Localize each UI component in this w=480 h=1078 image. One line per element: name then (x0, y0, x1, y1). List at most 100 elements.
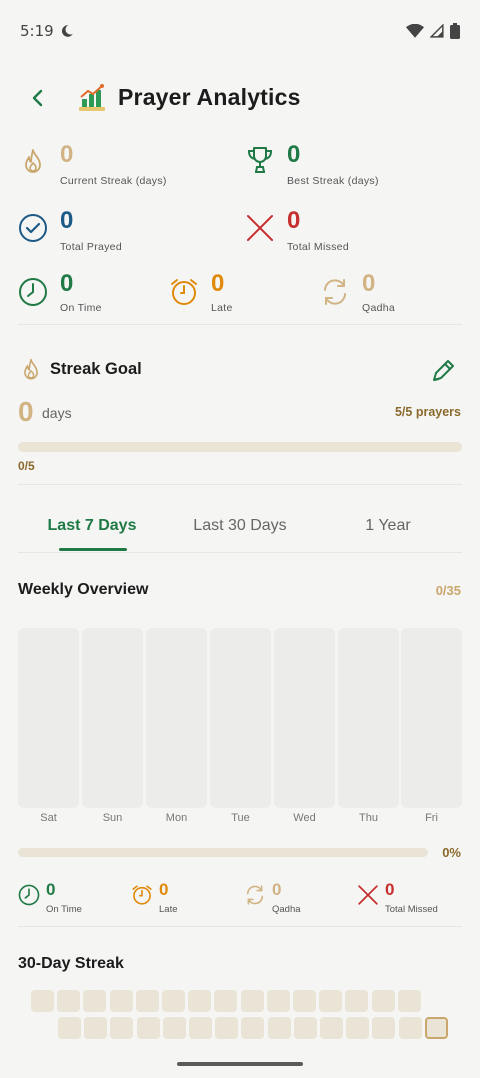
streak-goal-progress-text: 0/5 (18, 459, 35, 473)
streak-day-cell (372, 1017, 396, 1039)
streak-day-cell (267, 1017, 291, 1039)
day-label-wed: Wed (293, 812, 316, 824)
streak-day-cell (188, 990, 212, 1012)
late-value: 0 (211, 270, 225, 297)
stat-best-streak: 0 Best Streak (days) (245, 143, 445, 193)
streak-day-cell (83, 990, 107, 1012)
alarm-clock-icon (171, 279, 197, 305)
streak-day-cell (293, 990, 316, 1012)
chevron-left-icon (32, 89, 43, 107)
streak-day-cell (31, 990, 54, 1012)
streak-30-grid (0, 990, 480, 1042)
weekly-on-time-value: 0 (46, 880, 56, 899)
streak-day-cell (240, 990, 264, 1012)
streak-day-cell (266, 990, 290, 1012)
edit-goal-button[interactable] (428, 356, 458, 386)
stat-current-streak: 0 Current Streak (days) (18, 143, 218, 193)
home-indicator (177, 1062, 303, 1066)
refresh-icon (246, 885, 264, 905)
total-prayed-label: Total Prayed (60, 241, 122, 253)
moon-icon (61, 25, 73, 37)
streak-30-title: 30-Day Streak (18, 955, 124, 972)
stat-total-prayed: 0 Total Prayed (18, 209, 218, 259)
current-streak-value: 0 (60, 141, 74, 168)
streak-day-cell (189, 1017, 212, 1039)
day-label-sat: Sat (40, 812, 57, 824)
weekly-late-label: Late (159, 904, 178, 915)
qadha-value: 0 (362, 270, 376, 297)
total-missed-label: Total Missed (287, 241, 349, 253)
active-tab-indicator (59, 548, 127, 551)
streak-day-today (424, 1017, 448, 1039)
best-streak-label: Best Streak (days) (287, 175, 379, 187)
streak-day-cell (346, 1017, 370, 1039)
streak-day-cell (162, 990, 185, 1012)
clock-icon (19, 278, 47, 306)
streak-day-cell (320, 1017, 343, 1039)
stat-total-missed: 0 Total Missed (245, 209, 445, 259)
bar-sat (18, 628, 79, 808)
weekly-overview-count: 0/35 (435, 583, 461, 598)
weekly-stat-on-time: 0 On Time (18, 878, 128, 918)
streak-day-cell (398, 1017, 422, 1039)
streak-goal-days-value: 0 (18, 396, 34, 427)
bar-fri (401, 628, 462, 808)
status-bar: 5:19 (0, 0, 480, 62)
bar-sun (82, 628, 143, 808)
streak-day-cell (215, 1017, 239, 1039)
bar-tue (210, 628, 271, 808)
streak-day-cell (293, 1017, 317, 1039)
signal-icon (430, 24, 444, 38)
app-header: Prayer Analytics (0, 72, 480, 124)
wifi-icon (406, 24, 424, 38)
weekly-stat-qadha: 0 Qadha (244, 878, 344, 918)
streak-day-cell (162, 1017, 186, 1039)
stat-on-time: 0 On Time (18, 272, 158, 318)
bar-thu (338, 628, 399, 808)
alarm-clock-icon (132, 885, 152, 905)
weekly-on-time-label: On Time (46, 904, 82, 915)
weekly-qadha-label: Qadha (272, 904, 301, 915)
tab-1-year[interactable]: 1 Year (314, 500, 462, 552)
check-circle-icon (19, 214, 47, 242)
bar-mon (146, 628, 207, 808)
current-streak-label: Current Streak (days) (60, 175, 167, 187)
streak-goal-prayers: 5/5 prayers (394, 405, 461, 419)
total-missed-value: 0 (287, 207, 301, 234)
tab-last-7-days[interactable]: Last 7 Days (18, 500, 166, 552)
divider (18, 552, 462, 553)
stat-qadha: 0 Qadha (320, 272, 460, 318)
streak-day-cell (135, 990, 159, 1012)
flame-icon (25, 149, 41, 173)
qadha-label: Qadha (362, 302, 396, 314)
weekly-stat-late: 0 Late (131, 878, 231, 918)
divider (18, 484, 462, 485)
streak-day-cell (214, 990, 238, 1012)
weekly-progress-percent: 0% (442, 845, 461, 860)
streak-day-cell (136, 1017, 160, 1039)
trophy-icon (247, 147, 273, 173)
day-label-thu: Thu (359, 812, 378, 824)
page-title: Prayer Analytics (118, 84, 301, 110)
refresh-icon (324, 279, 346, 305)
total-prayed-value: 0 (60, 207, 74, 234)
day-label-mon: Mon (165, 812, 188, 824)
back-button[interactable] (24, 84, 52, 112)
period-tabs: Last 7 Days Last 30 Days 1 Year (18, 500, 462, 552)
weekly-bar-chart (18, 628, 462, 808)
streak-day-cell (110, 1017, 134, 1039)
tab-last-30-days[interactable]: Last 30 Days (166, 500, 314, 552)
best-streak-value: 0 (287, 141, 301, 168)
weekly-total-missed-label: Total Missed (385, 904, 438, 915)
divider (18, 324, 462, 325)
on-time-value: 0 (60, 270, 74, 297)
streak-day-cell (84, 1017, 108, 1039)
weekly-overview-title: Weekly Overview (18, 581, 149, 598)
streak-day-cell (58, 1017, 81, 1039)
weekly-progress-bar (18, 848, 428, 857)
chart-icon (79, 84, 105, 111)
clock-icon (18, 884, 40, 906)
day-label-fri: Fri (425, 812, 438, 824)
streak-day-cell (109, 990, 133, 1012)
flame-icon (24, 358, 38, 380)
